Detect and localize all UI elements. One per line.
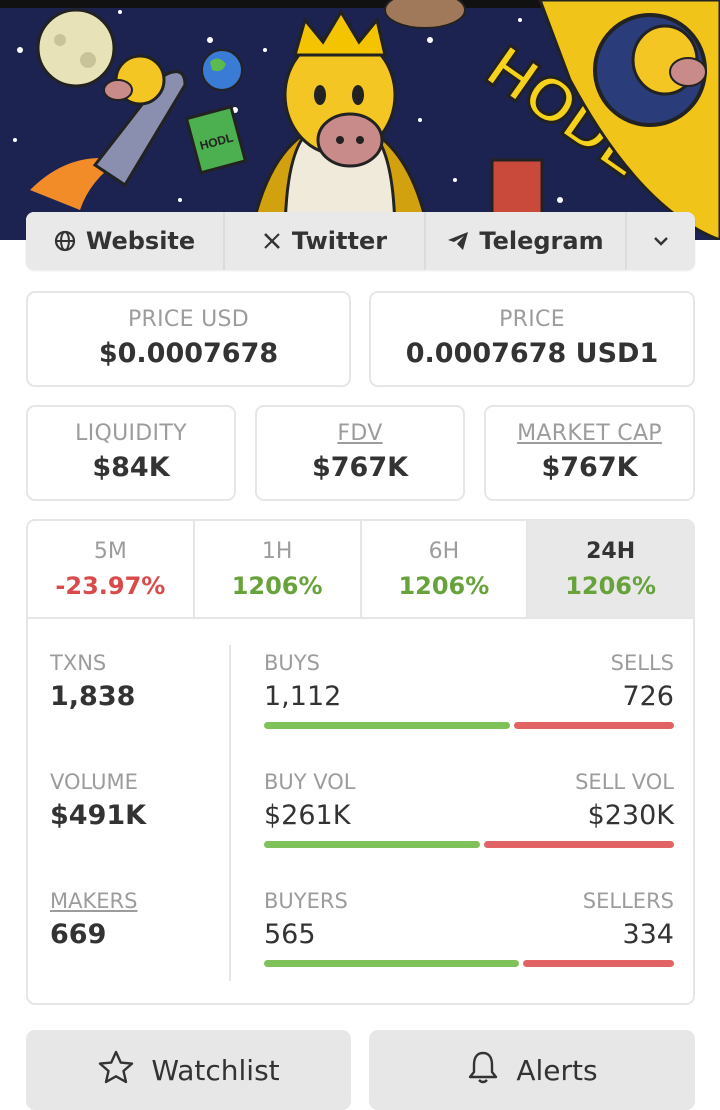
price-usd-value: $0.0007678: [98, 338, 279, 369]
makers-label[interactable]: MAKERS: [50, 889, 137, 913]
tab-label: 6H: [428, 538, 460, 564]
tab-1h[interactable]: 1H 1206%: [195, 521, 362, 617]
liquidity-value: $84K: [92, 452, 170, 483]
watchlist-label: Watchlist: [151, 1053, 280, 1087]
stats-divider: [229, 645, 231, 981]
sell-bar-segment: [483, 841, 674, 848]
sell-bar-segment: [513, 722, 674, 729]
fdv-label[interactable]: FDV: [257, 421, 463, 446]
tab-label: 1H: [261, 538, 293, 564]
more-links-dropdown[interactable]: [627, 212, 695, 270]
price-usd-label: PRICE USD: [127, 307, 249, 332]
liquidity-label: LIQUIDITY: [75, 421, 187, 446]
alerts-button[interactable]: Alerts: [369, 1030, 695, 1110]
buy-bar-segment: [264, 722, 510, 729]
buyers-label: BUYERS: [264, 889, 348, 913]
price-value: 0.0007678 USD1: [405, 338, 659, 369]
volume-stat: VOLUME $491K: [50, 770, 146, 831]
sell-vol-label: SELL VOL: [575, 770, 674, 794]
price-usd-card: PRICE USD $0.0007678: [26, 291, 351, 387]
website-button[interactable]: Website: [26, 212, 225, 270]
volume-ratio-bar: [264, 841, 674, 848]
star-icon: [97, 1049, 135, 1092]
timeframe-tabs: 5M -23.97% 1H 1206% 6H 1206% 24H 1206%: [28, 521, 693, 619]
telegram-label: Telegram: [479, 227, 604, 255]
txns-stat: TXNS 1,838: [50, 651, 135, 712]
tab-change: -23.97%: [55, 571, 166, 600]
telegram-button[interactable]: Telegram: [426, 212, 627, 270]
buys-label: BUYS: [264, 651, 320, 675]
makers-value: 669: [50, 919, 107, 950]
sell-bar-segment: [522, 960, 674, 967]
buy-vol-value: $261K: [264, 800, 351, 831]
tab-label: 5M: [93, 538, 127, 564]
twitter-button[interactable]: Twitter: [225, 212, 426, 270]
twitter-label: Twitter: [291, 227, 388, 255]
tab-change: 1206%: [398, 571, 490, 600]
tab-change: 1206%: [231, 571, 323, 600]
market-cap-card: MARKET CAP $767K: [484, 405, 695, 501]
sells-value: 726: [622, 681, 674, 712]
website-label: Website: [85, 227, 196, 255]
tab-5m[interactable]: 5M -23.97%: [28, 521, 195, 617]
price-label: PRICE: [499, 307, 565, 332]
market-cap-label[interactable]: MARKET CAP: [486, 421, 693, 446]
watchlist-button[interactable]: Watchlist: [26, 1030, 351, 1110]
token-banner-image: HODL HODL: [0, 0, 720, 240]
globe-icon: [54, 230, 76, 252]
buy-vol-label: BUY VOL: [264, 770, 356, 794]
volume-split-stat: BUY VOL SELL VOL $261K $230K: [264, 770, 674, 848]
sellers-value: 334: [622, 919, 674, 950]
market-cap-value: $767K: [541, 452, 638, 483]
buy-bar-segment: [264, 960, 519, 967]
tab-change: 1206%: [565, 571, 657, 600]
tab-6h[interactable]: 6H 1206%: [362, 521, 529, 617]
sell-vol-value: $230K: [587, 800, 674, 831]
volume-label: VOLUME: [50, 770, 138, 794]
buys-sells-ratio-bar: [264, 722, 674, 729]
tab-label: 24H: [586, 538, 636, 564]
buys-value: 1,112: [264, 681, 342, 712]
txns-label: TXNS: [50, 651, 107, 675]
buys-sells-stat: BUYS SELLS 1,112 726: [264, 651, 674, 729]
volume-value: $491K: [50, 800, 147, 831]
fdv-card: FDV $767K: [255, 405, 465, 501]
fdv-value: $767K: [311, 452, 409, 483]
tab-24h[interactable]: 24H 1206%: [528, 521, 693, 617]
sellers-label: SELLERS: [582, 889, 674, 913]
alerts-label: Alerts: [516, 1053, 598, 1087]
telegram-icon: [447, 231, 469, 251]
social-links-bar: Website Twitter Telegram: [26, 212, 695, 270]
buyers-sellers-stat: BUYERS SELLERS 565 334: [264, 889, 674, 967]
sells-label: SELLS: [610, 651, 674, 675]
buyers-ratio-bar: [264, 960, 674, 967]
chevron-down-icon: [653, 236, 669, 246]
bell-icon: [466, 1049, 500, 1092]
makers-stat: MAKERS 669: [50, 889, 137, 950]
buyers-value: 565: [264, 919, 316, 950]
buy-bar-segment: [264, 841, 480, 848]
liquidity-card: LIQUIDITY $84K: [26, 405, 236, 501]
trade-stats-panel: 5M -23.97% 1H 1206% 6H 1206% 24H 1206% T…: [26, 519, 695, 1005]
x-logo-icon: [262, 231, 282, 251]
price-card: PRICE 0.0007678 USD1: [369, 291, 695, 387]
txns-value: 1,838: [50, 681, 136, 712]
